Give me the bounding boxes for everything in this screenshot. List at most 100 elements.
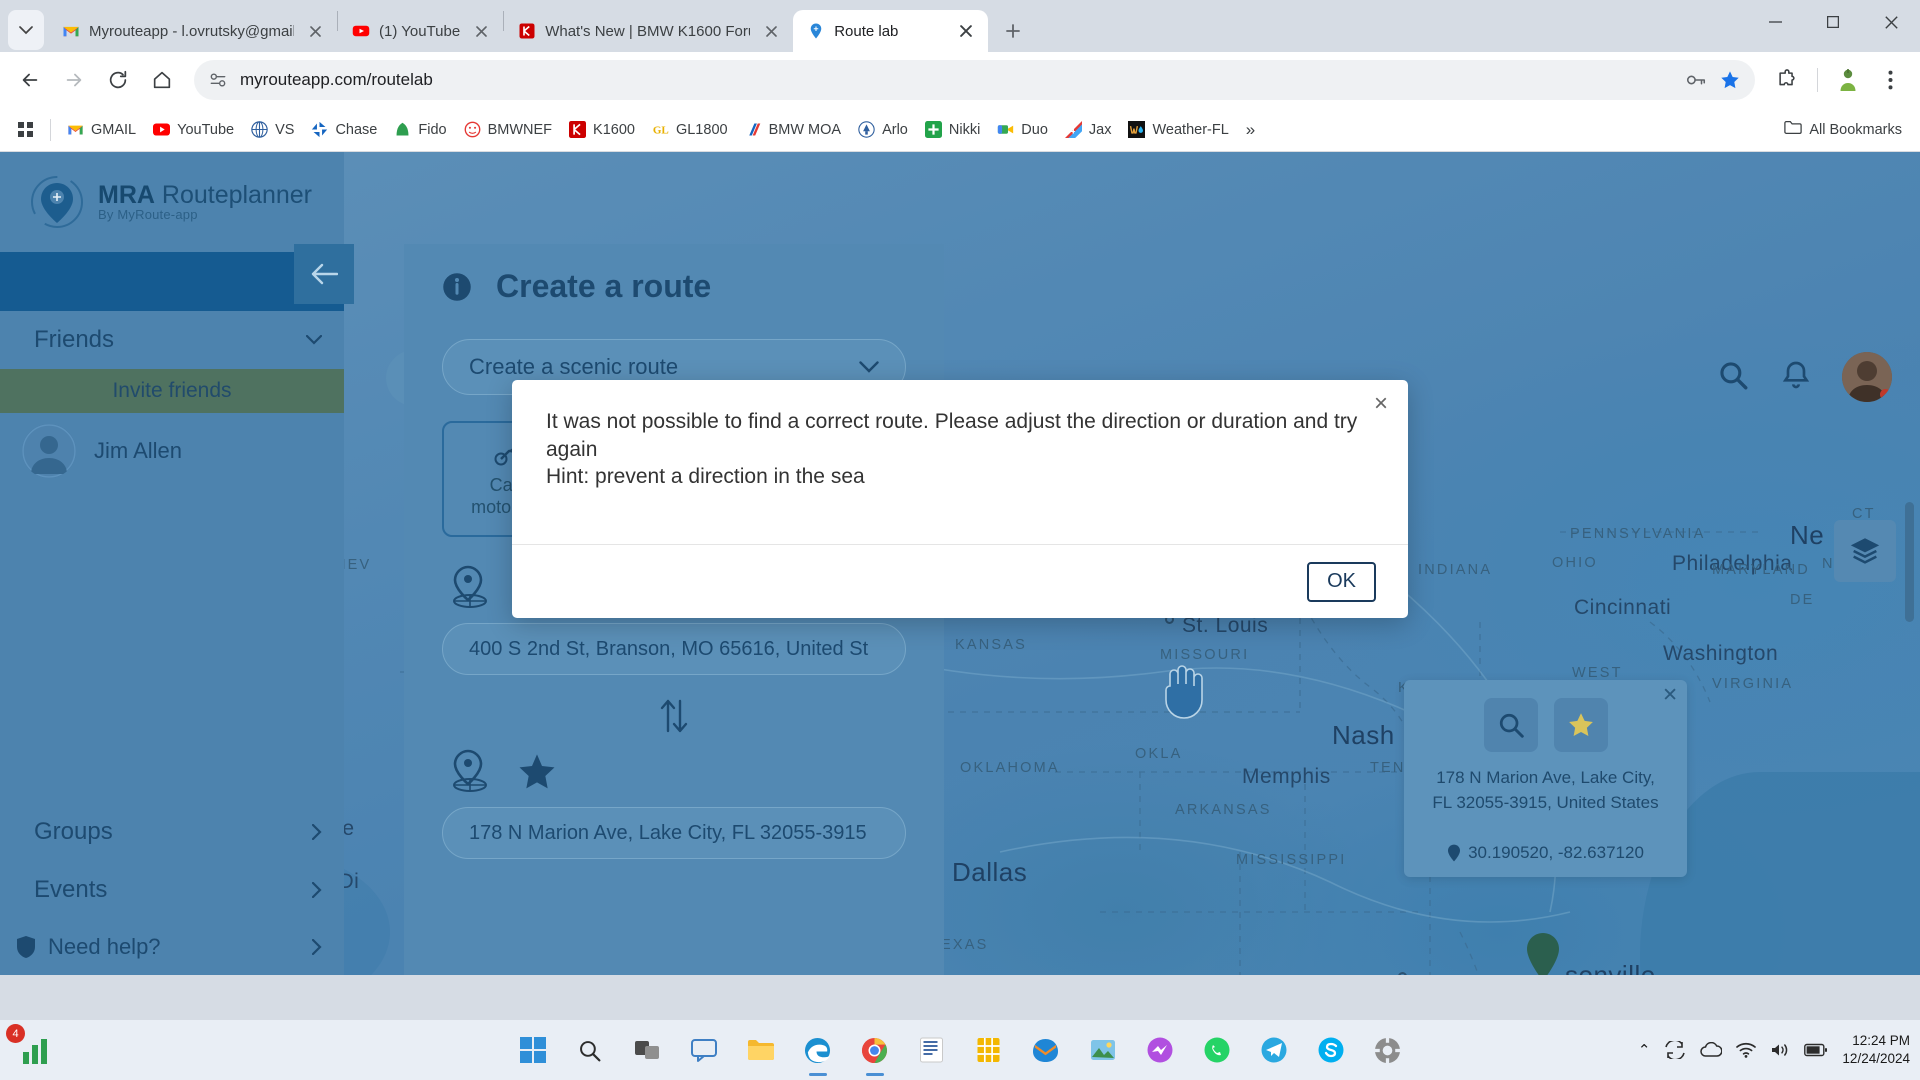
whatsapp-button[interactable] [1195,1028,1239,1072]
app-search-button[interactable] [1716,358,1750,397]
forward-button[interactable] [54,60,94,100]
bookmark-youtube[interactable]: YouTube [146,116,241,143]
star-icon[interactable] [516,751,558,791]
site-settings-icon[interactable] [208,70,228,90]
popup-favorite-button[interactable] [1553,698,1608,752]
system-update-icon[interactable] [1664,1041,1686,1059]
sidebar-collapse-button[interactable] [294,244,354,304]
bookmark-star-icon[interactable] [1719,69,1741,91]
bookmark-fido[interactable]: Fido [387,116,453,143]
start-button[interactable] [511,1028,555,1072]
window-minimize-button[interactable] [1746,0,1804,44]
chrome-button[interactable] [853,1028,897,1072]
sidebar-invite-friends-button[interactable]: Invite friends [0,369,344,413]
bookmark-gmail[interactable]: GMAIL [60,116,143,143]
bookmark-gl1800[interactable]: GL GL1800 [645,116,735,143]
taskbar-clock[interactable]: 12:24 PM 12/24/2024 [1842,1032,1910,1068]
swap-addresses-button[interactable] [442,675,906,749]
dialog-close-button[interactable]: × [1374,392,1388,416]
word-icon [920,1037,943,1063]
app-user-avatar[interactable] [1842,352,1892,402]
thunderbird-button[interactable] [1024,1028,1068,1072]
sidebar-section-need-help[interactable]: Need help? [0,919,344,975]
tab-search-button[interactable] [8,10,44,50]
sidebar-friend-item[interactable]: Jim Allen [0,413,344,489]
app-notifications-button[interactable] [1780,359,1812,396]
gmail-icon [63,26,79,37]
info-icon[interactable] [442,272,472,302]
app-brand[interactable]: MRA Routeplanner By MyRoute-app [0,152,344,252]
task-view-button[interactable] [625,1028,669,1072]
bookmark-k1600[interactable]: K1600 [562,116,642,143]
bookmarks-overflow-button[interactable]: » [1239,115,1262,145]
popup-coordinates: 30.190520, -82.637120 [1468,843,1644,863]
bookmark-vs[interactable]: VS [244,116,301,143]
start-address-input[interactable]: 400 S 2nd St, Branson, MO 65616, United … [442,623,906,675]
browser-tab-k1600[interactable]: What's New | BMW K1600 Forum [504,10,793,52]
bookmark-arlo[interactable]: Arlo [851,116,915,143]
tab-close-button[interactable] [469,19,493,43]
home-button[interactable] [142,60,182,100]
sidebar-section-friends[interactable]: Friends [0,311,344,369]
all-bookmarks-button[interactable]: All Bookmarks [1776,115,1910,144]
extensions-button[interactable] [1767,60,1807,100]
end-address-input[interactable]: 178 N Marion Ave, Lake City, FL 32055-39… [442,807,906,859]
dialog-ok-button[interactable]: OK [1307,561,1376,602]
map-hand-cursor-icon [1165,665,1203,719]
popup-search-button[interactable] [1483,698,1538,752]
password-key-icon[interactable] [1685,69,1707,91]
sidebar-section-groups[interactable]: Groups [0,803,344,861]
settings-button[interactable] [1366,1028,1410,1072]
telegram-button[interactable] [1252,1028,1296,1072]
address-bar[interactable]: myrouteapp.com/routelab [194,60,1755,100]
bookmark-duo[interactable]: Duo [990,116,1055,143]
edge-icon [804,1037,831,1063]
taskbar-search-button[interactable] [568,1028,612,1072]
window-maximize-button[interactable] [1804,0,1862,44]
battery-icon[interactable] [1804,1043,1828,1057]
minimize-icon [1768,21,1782,23]
wifi-icon[interactable] [1736,1042,1757,1058]
reload-button[interactable] [98,60,138,100]
bmwmoa-icon [745,121,762,138]
browser-tab-route-lab[interactable]: Route lab [793,10,989,52]
bookmark-jax[interactable]: 4 Jax [1058,116,1119,143]
bookmark-nikki[interactable]: Nikki [918,116,987,143]
bookmark-chase[interactable]: Chase [304,116,384,143]
location-pin-icon[interactable] [450,749,490,793]
onedrive-cloud-icon[interactable] [1700,1042,1723,1058]
messenger-button[interactable] [1138,1028,1182,1072]
back-button[interactable] [10,60,50,100]
sidebar-section-events[interactable]: Events [0,861,344,919]
browser-tab-gmail[interactable]: Myrouteapp - l.ovrutsky@gmail [48,10,337,52]
bookmark-bmwmoa[interactable]: BMW MOA [738,116,849,143]
clock-time: 12:24 PM [1852,1032,1910,1048]
chrome-menu-button[interactable] [1870,60,1910,100]
word-button[interactable] [910,1028,954,1072]
popup-close-button[interactable]: ✕ [1662,684,1678,707]
bookmark-apps-grid[interactable] [10,116,41,143]
file-explorer-button[interactable] [739,1028,783,1072]
edge-button[interactable] [796,1028,840,1072]
volume-icon[interactable] [1770,1042,1790,1058]
location-pin-icon[interactable] [450,565,490,609]
window-close-button[interactable] [1862,0,1920,44]
new-tab-button[interactable] [996,14,1030,48]
avatar-status-dot [1880,389,1891,400]
profile-button[interactable] [1828,60,1868,100]
browser-tab-youtube[interactable]: (1) YouTube [338,10,503,52]
svg-text:4: 4 [1069,126,1075,137]
taskbar-widgets-button[interactable]: 4 [6,1024,66,1074]
tab-close-button[interactable] [954,19,978,43]
skype-button[interactable] [1309,1028,1353,1072]
bookmark-weather-fl[interactable]: Weather-FL [1121,116,1235,143]
bookmark-bmwnef[interactable]: BMWNEF [457,116,559,143]
taskbar-chat-button[interactable] [682,1028,726,1072]
tab-close-button[interactable] [759,19,783,43]
tray-expand-chevron-icon[interactable]: ⌃ [1638,1041,1651,1059]
tab-close-button[interactable] [303,19,327,43]
excel-button[interactable] [967,1028,1011,1072]
map-layers-button[interactable] [1834,520,1896,582]
map-scrollbar[interactable] [1905,502,1914,622]
photos-button[interactable] [1081,1028,1125,1072]
